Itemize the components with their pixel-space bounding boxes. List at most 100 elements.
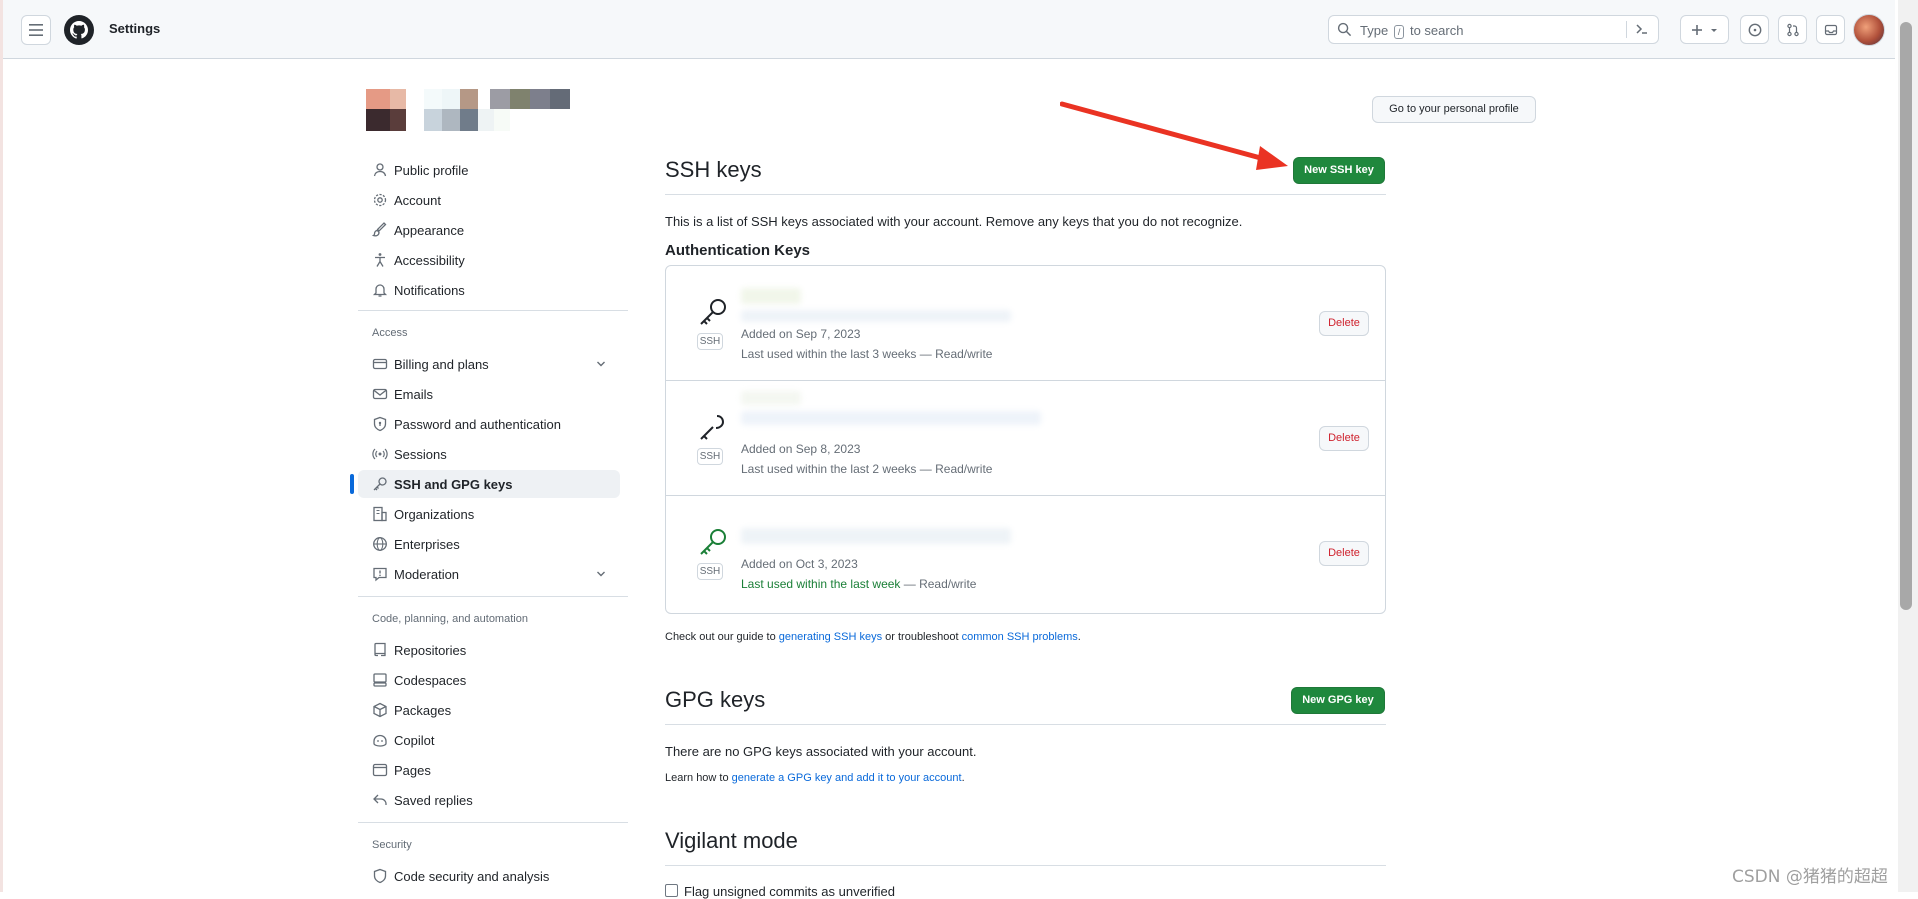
delete-key-button[interactable]: Delete [1319,541,1369,566]
ssh-keys-title: SSH keys [665,157,762,182]
sidebar-item-saved-replies[interactable]: Saved replies [358,786,620,814]
key-added-date: Added on Sep 7, 2023 [741,327,861,341]
generating-ssh-keys-link[interactable]: generating SSH keys [779,631,882,643]
command-palette-icon[interactable] [1634,21,1650,37]
plus-icon [1691,24,1702,35]
key-last-used: Last used within the last 2 weeks — Read… [741,462,993,476]
redacted-key-fingerprint [741,528,1011,544]
sidebar-item-accessibility[interactable]: Accessibility [358,246,620,274]
codespaces-icon [373,673,387,687]
issue-opened-icon [1748,23,1761,36]
gear-icon [373,193,387,207]
ssh-badge: SSH [697,333,723,350]
inbox-icon [1824,24,1837,35]
gpg-keys-title: GPG keys [665,687,766,712]
github-logo-icon[interactable] [63,14,95,46]
sidebar-item-repositories[interactable]: Repositories [358,636,620,664]
ssh-guide-note: Check out our guide to generating SSH ke… [665,631,1081,643]
package-icon [373,702,387,718]
window-frame [0,0,3,892]
search-shortcut-key: / [1393,25,1405,39]
key-icon [700,299,726,325]
ssh-key-row: SSH Added on Oct 3, 2023 Last used withi… [666,496,1385,611]
create-new-button[interactable] [1680,15,1729,44]
key-icon [373,477,387,491]
sidebar-item-billing[interactable]: Billing and plans [358,350,620,378]
sidebar-item-enterprises[interactable]: Enterprises [358,530,620,558]
chevron-down-icon [597,571,605,577]
sidebar-item-organizations[interactable]: Organizations [358,500,620,528]
sidebar-item-notifications[interactable]: Notifications [358,276,620,304]
repo-icon [374,642,386,657]
sidebar-item-appearance[interactable]: Appearance [358,216,620,244]
search-placeholder: Type / to search [1360,23,1464,39]
sidebar-item-account[interactable]: Account [358,186,620,214]
ssh-key-row: SSH Added on Sep 7, 2023 Last used withi… [666,266,1385,381]
redacted-key-fingerprint [741,411,1041,425]
person-icon [373,163,387,177]
section-divider [665,724,1386,725]
triangle-down-icon [1710,28,1717,32]
issues-button[interactable] [1740,15,1769,44]
globe-icon [373,537,387,551]
key-icon [700,529,726,555]
delete-key-button[interactable]: Delete [1319,426,1369,451]
sidebar-item-copilot[interactable]: Copilot [358,726,620,754]
key-added-date: Added on Sep 8, 2023 [741,442,861,456]
sidebar-heading-access: Access [372,327,408,339]
go-to-profile-button[interactable]: Go to your personal profile [1372,96,1536,123]
ssh-badge: SSH [697,448,723,465]
ssh-description: This is a list of SSH keys associated wi… [665,214,1243,229]
bell-icon [372,284,388,297]
sidebar-item-ssh-gpg-keys[interactable]: SSH and GPG keys [350,470,620,498]
hamburger-icon [29,24,43,36]
key-last-used: Last used within the last week — Read/wr… [741,577,977,591]
user-avatar[interactable] [1853,14,1885,46]
vigilant-mode-checkbox[interactable] [665,884,678,897]
redacted-key-title [741,391,801,405]
menu-button[interactable] [21,15,51,45]
sidebar-item-sessions[interactable]: Sessions [358,440,620,468]
browser-icon [372,763,388,777]
gpg-learn-note: Learn how to generate a GPG key and add … [665,772,965,784]
sidebar-divider [358,310,628,311]
csdn-watermark: CSDN @猪猪的超超 [1732,867,1888,887]
sidebar-item-codespaces[interactable]: Codespaces [358,666,620,694]
sidebar-item-pages[interactable]: Pages [358,756,620,784]
sidebar-divider [358,596,628,597]
accessibility-icon [375,253,385,267]
sidebar-item-packages[interactable]: Packages [358,696,620,724]
search-input[interactable]: Type / to search [1328,15,1659,44]
copilot-icon [373,734,387,747]
common-ssh-problems-link[interactable]: common SSH problems [962,631,1078,643]
gpg-empty-message: There are no GPG keys associated with yo… [665,744,977,759]
sidebar-item-moderation[interactable]: Moderation [358,560,620,588]
sidebar-item-public-profile[interactable]: Public profile [358,156,620,184]
sidebar-heading-security: Security [372,839,412,851]
report-icon [373,567,387,582]
key-icon [700,415,725,440]
vigilant-mode-title: Vigilant mode [665,828,798,853]
sidebar-item-code-security[interactable]: Code security and analysis [358,862,620,890]
shield-icon [373,868,387,884]
sidebar-item-emails[interactable]: Emails [358,380,620,408]
key-last-used: Last used within the last 3 weeks — Read… [741,347,993,361]
sidebar-item-password-auth[interactable]: Password and authentication [358,410,620,438]
delete-key-button[interactable]: Delete [1319,311,1369,336]
pull-requests-button[interactable] [1778,15,1807,44]
search-icon [1337,22,1352,37]
mail-icon [372,388,388,400]
generate-gpg-key-link[interactable]: generate a GPG key and add it to your ac… [732,772,962,784]
redacted-key-title [741,288,801,304]
new-gpg-key-button[interactable]: New GPG key [1291,687,1385,714]
reply-icon [373,794,387,805]
search-divider [1626,21,1627,38]
broadcast-icon [372,448,388,460]
redacted-user-identity [366,89,592,131]
page-context-title[interactable]: Settings [109,21,160,36]
inbox-button[interactable] [1816,15,1845,44]
scrollbar-thumb[interactable] [1900,22,1912,610]
section-divider [665,194,1386,195]
new-ssh-key-button[interactable]: New SSH key [1293,157,1385,184]
organization-icon [373,506,387,522]
